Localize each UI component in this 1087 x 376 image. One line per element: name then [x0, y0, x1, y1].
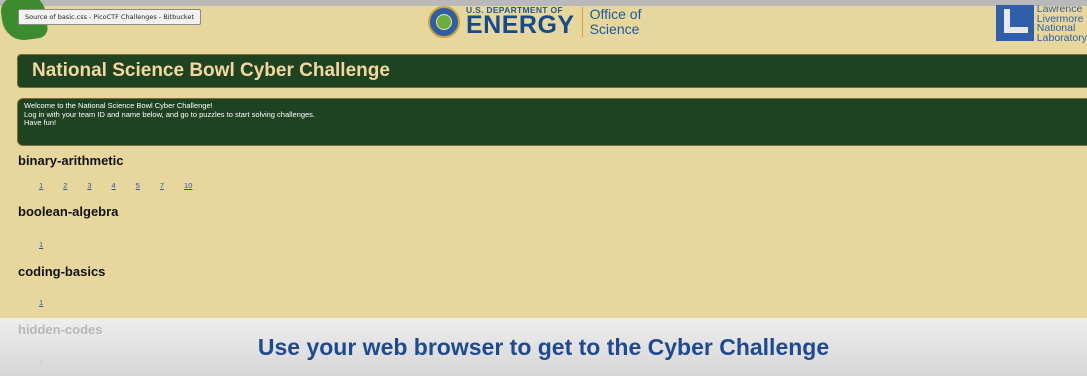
welcome-box: Welcome to the National Science Bowl Cyb…	[17, 98, 1087, 146]
doe-divider	[581, 7, 583, 37]
puzzle-link[interactable]: 5	[136, 181, 140, 190]
puzzle-link[interactable]: 1	[39, 181, 43, 190]
office-line-2: Science	[589, 21, 640, 37]
section-title-binary-arithmetic: binary-arithmetic	[18, 153, 124, 168]
llnl-logo[interactable]: Lawrence Livermore National Laboratory	[996, 4, 1087, 44]
links-binary-arithmetic: 1 2 3 4 5 7 10	[39, 181, 212, 190]
page-title-banner: National Science Bowl Cyber Challenge	[17, 54, 1087, 88]
puzzle-link[interactable]: 4	[112, 181, 116, 190]
links-coding-basics: 1	[39, 298, 63, 307]
welcome-line-2: Log in with your team ID and name below,…	[24, 109, 316, 119]
puzzle-link[interactable]: 7	[160, 181, 164, 190]
links-boolean-algebra: 1	[39, 240, 63, 249]
puzzle-link[interactable]: 3	[87, 181, 91, 190]
llnl-mark-icon	[996, 5, 1034, 41]
puzzle-link[interactable]: 10	[184, 181, 192, 190]
welcome-line-3: Have fun!	[24, 118, 57, 127]
puzzle-link[interactable]: 1	[39, 298, 43, 307]
tooltip: Source of basic.css - PicoCTF Challenges…	[18, 9, 202, 25]
office-line-1: Office of	[589, 6, 642, 22]
puzzle-link[interactable]: 1	[39, 240, 43, 249]
puzzle-link[interactable]: 2	[63, 181, 67, 190]
section-title-boolean-algebra: boolean-algebra	[18, 204, 119, 219]
caption-text: Use your web browser to get to the Cyber…	[257, 334, 830, 360]
section-title-coding-basics: coding-basics	[18, 264, 106, 279]
llnl-line-4: Laboratory	[1036, 31, 1087, 44]
doe-energy-label: ENERGY	[466, 11, 575, 40]
doe-seal-icon	[428, 6, 460, 38]
doe-logo[interactable]: U.S. DEPARTMENT OF ENERGY Office of Scie…	[428, 5, 641, 39]
